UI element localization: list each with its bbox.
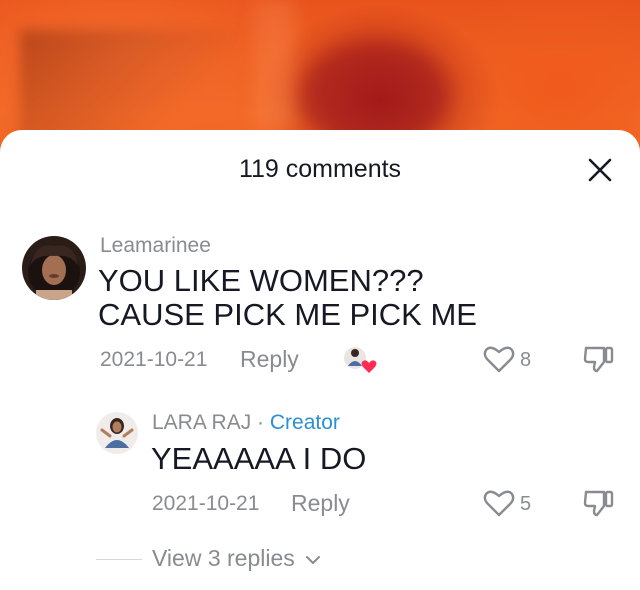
creator-badge: Creator (269, 411, 340, 434)
replies-divider (96, 559, 142, 560)
avatar[interactable] (22, 236, 86, 300)
reply-username[interactable]: LARA RAJ (152, 411, 251, 434)
creator-liked-badge (342, 344, 378, 376)
thumbs-down-icon (583, 490, 614, 517)
comments-count-title: 119 comments (238, 155, 402, 183)
reply-username-line: LARA RAJ · Creator (152, 410, 340, 436)
reply-to-reply-button[interactable]: Reply (291, 490, 350, 516)
creator-liked-icon (344, 347, 377, 373)
comments-screen: 119 comments Leamarinee YOU LIKE WOMEN??… (0, 0, 640, 590)
reply-like-button[interactable] (482, 487, 516, 519)
close-icon (588, 158, 612, 182)
comment-text: YOU LIKE WOMEN??? CAUSE PICK ME PICK ME (98, 263, 477, 332)
view-replies-button[interactable]: View 3 replies (152, 544, 321, 572)
creator-avatar[interactable] (96, 412, 138, 454)
user-avatar-image (22, 236, 86, 300)
dislike-button[interactable] (582, 342, 616, 376)
video-streak (255, 0, 295, 130)
thumbs-down-icon (583, 346, 614, 373)
reply-button[interactable]: Reply (240, 346, 299, 372)
comments-sheet: 119 comments Leamarinee YOU LIKE WOMEN??… (0, 130, 640, 590)
reply-date: 2021-10-21 (152, 492, 260, 515)
view-replies-label: View 3 replies (152, 545, 295, 571)
reply-text: YEAAAAA I DO (151, 441, 367, 476)
reply-dislike-button[interactable] (582, 486, 616, 520)
creator-avatar-image (96, 412, 138, 454)
like-count: 8 (520, 349, 532, 371)
reply-like-count: 5 (520, 493, 532, 515)
close-button[interactable] (584, 154, 616, 186)
comment-date: 2021-10-21 (100, 348, 208, 371)
heart-outline-icon (483, 346, 515, 373)
username-separator: · (251, 411, 270, 434)
heart-outline-icon (483, 490, 515, 517)
comment-username[interactable]: Leamarinee (100, 233, 211, 259)
chevron-down-icon (306, 555, 321, 564)
like-button[interactable] (482, 343, 516, 375)
